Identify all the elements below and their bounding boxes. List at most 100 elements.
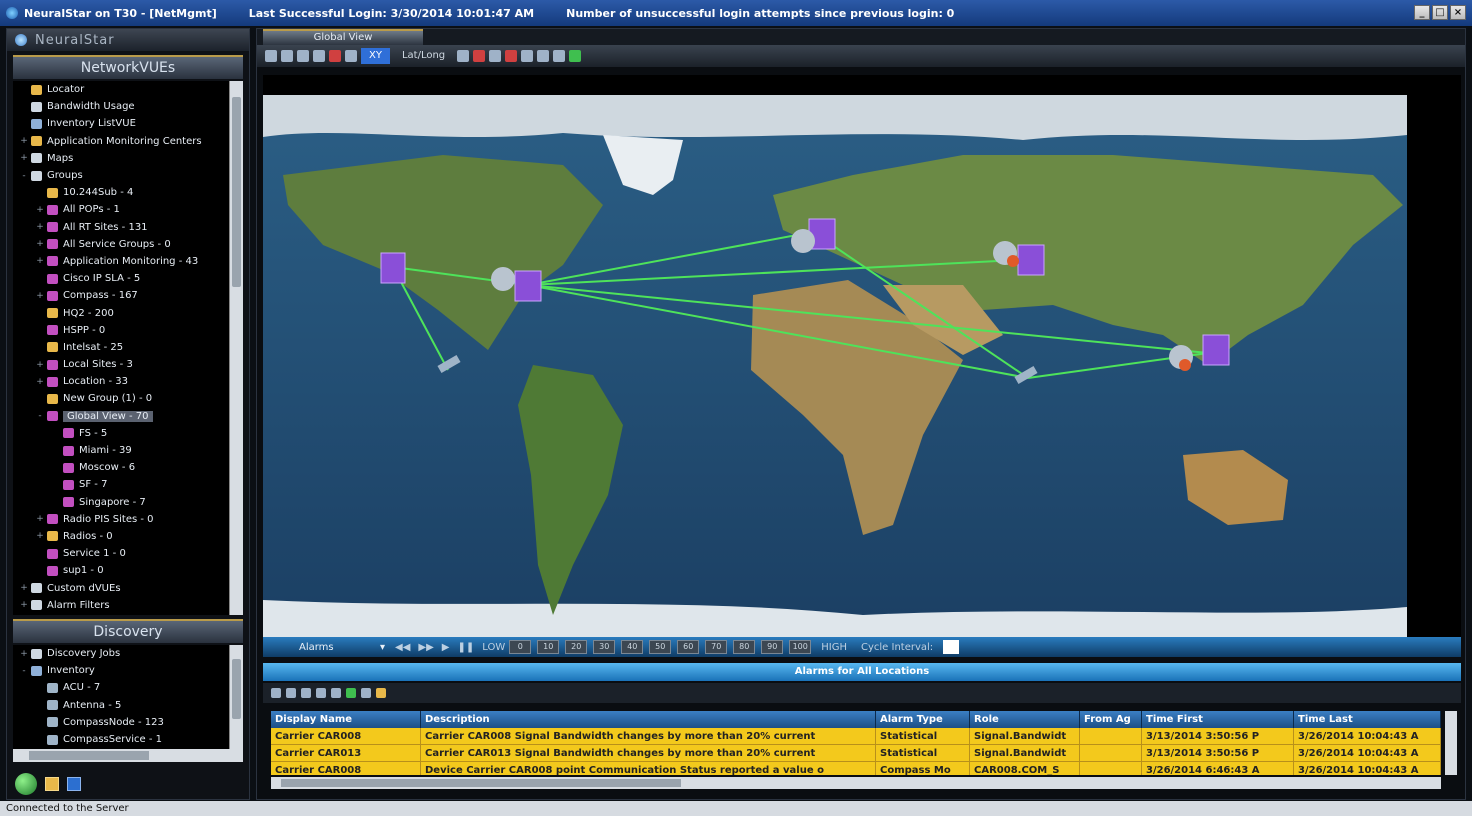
column-header[interactable]: Display Name	[271, 711, 421, 728]
tree-item[interactable]: Inventory ListVUE	[13, 115, 243, 132]
expander-icon[interactable]: +	[35, 531, 45, 541]
tree-item[interactable]: Antenna - 5	[13, 697, 243, 714]
tree-item[interactable]: HSPP - 0	[13, 322, 243, 339]
column-header[interactable]: Alarm Type	[876, 711, 970, 728]
alarm-level-button[interactable]: 100	[789, 640, 812, 654]
tree-item[interactable]: + Application Monitoring - 43	[13, 253, 243, 270]
alarm-level-button[interactable]: 0	[509, 640, 532, 654]
tree-item[interactable]: + Radio PIS Sites - 0	[13, 511, 243, 528]
site-sf[interactable]	[380, 252, 406, 284]
latlong-button[interactable]: Lat/Long	[394, 48, 453, 64]
tree-item[interactable]: - Inventory	[13, 662, 243, 679]
expander-icon[interactable]: +	[35, 360, 45, 370]
expander-icon[interactable]: +	[19, 136, 29, 146]
tree-item[interactable]: - Groups	[13, 167, 243, 184]
zoom-out-icon[interactable]	[297, 50, 309, 62]
tree-item[interactable]: HQ2 - 200	[13, 304, 243, 321]
alarm-level-button[interactable]: 60	[677, 640, 700, 654]
page-icon[interactable]	[521, 50, 534, 62]
tree-item[interactable]: + Maps	[13, 150, 243, 167]
tree-item[interactable]: + Local Sites - 3	[13, 356, 243, 373]
discovery-header[interactable]: Discovery	[13, 619, 243, 643]
tree-item[interactable]: Moscow - 6	[13, 459, 243, 476]
table-row[interactable]: Carrier CAR008 Carrier CAR008 Signal Band…	[271, 728, 1441, 745]
tree-item[interactable]: Service 1 - 0	[13, 545, 243, 562]
tree-item[interactable]: New Group (1) - 0	[13, 390, 243, 407]
zoom-in-icon[interactable]	[281, 50, 293, 62]
expander-icon[interactable]: -	[35, 411, 45, 421]
alarm-columns-icon[interactable]	[361, 688, 371, 698]
tree-item[interactable]: CompassService - 1	[13, 731, 243, 748]
networkvues-scrollbar[interactable]	[229, 81, 243, 615]
alarm-table-hscrollbar[interactable]	[271, 777, 1441, 789]
expander-icon[interactable]: +	[19, 583, 29, 593]
expander-icon[interactable]: -	[19, 666, 29, 676]
tree-item[interactable]: + Custom dVUEs	[13, 579, 243, 596]
tree-item[interactable]: Bandwidth Usage	[13, 98, 243, 115]
alarm-level-button[interactable]: 50	[649, 640, 672, 654]
grid-icon[interactable]	[489, 50, 502, 62]
tree-item[interactable]: - Global View - 70	[13, 408, 243, 425]
tree-item[interactable]: SF - 7	[13, 476, 243, 493]
alarm-print-icon[interactable]	[331, 688, 341, 698]
arrow-icon[interactable]	[457, 50, 470, 62]
tree-item[interactable]: + Compass - 167	[13, 287, 243, 304]
expander-icon[interactable]: +	[35, 205, 45, 215]
alarm-filter-icon[interactable]	[271, 688, 281, 698]
draw-line-icon[interactable]	[473, 50, 486, 62]
alarm-level-button[interactable]: 80	[733, 640, 756, 654]
expander-icon[interactable]: -	[19, 171, 29, 181]
column-header[interactable]: Time First	[1142, 711, 1294, 728]
xy-button[interactable]: XY	[361, 48, 390, 64]
expander-icon[interactable]: +	[35, 222, 45, 232]
rewind-icon[interactable]: ◀◀	[395, 642, 410, 653]
discovery-scrollbar[interactable]	[229, 645, 243, 749]
stop-icon[interactable]	[329, 50, 341, 62]
tree-item[interactable]: Miami - 39	[13, 442, 243, 459]
tree-item[interactable]: + Location - 33	[13, 373, 243, 390]
redo-icon[interactable]	[553, 50, 566, 62]
pan-icon[interactable]	[313, 50, 325, 62]
expander-icon[interactable]: +	[19, 649, 29, 659]
tree-item[interactable]: Singapore - 7	[13, 494, 243, 511]
alarm-level-button[interactable]: 40	[621, 640, 644, 654]
tree-item[interactable]: FS - 5	[13, 425, 243, 442]
refresh-icon[interactable]	[345, 50, 357, 62]
map-view[interactable]	[263, 75, 1461, 637]
forward-icon[interactable]: ▶▶	[418, 642, 433, 653]
column-header[interactable]: From Ag	[1080, 711, 1142, 728]
column-header[interactable]: Time Last	[1294, 711, 1441, 728]
tree-item[interactable]: + All Service Groups - 0	[13, 236, 243, 253]
record-icon[interactable]	[505, 50, 518, 62]
discovery-hscrollbar[interactable]	[13, 749, 243, 762]
expander-icon[interactable]: +	[19, 600, 29, 610]
expander-icon[interactable]: +	[35, 291, 45, 301]
alarms-select[interactable]: Alarms ▾	[299, 642, 391, 653]
expander-icon[interactable]: +	[35, 239, 45, 249]
column-header[interactable]: Description	[421, 711, 876, 728]
export-icon[interactable]	[569, 50, 582, 62]
alarm-level-button[interactable]: 30	[593, 640, 616, 654]
table-row[interactable]: Carrier CAR008 Device Carrier CAR008 poin…	[271, 762, 1441, 775]
globe-icon[interactable]	[15, 773, 37, 795]
tree-item[interactable]: + Discovery Jobs	[13, 645, 243, 662]
tree-item[interactable]: Cisco IP SLA - 5	[13, 270, 243, 287]
folder-icon[interactable]	[45, 777, 59, 791]
tree-item[interactable]: + All POPs - 1	[13, 201, 243, 218]
alarm-level-button[interactable]: 10	[537, 640, 560, 654]
alarm-export-icon[interactable]	[346, 688, 356, 698]
minimize-icon[interactable]: _	[1414, 5, 1430, 20]
expander-icon[interactable]: +	[35, 377, 45, 387]
tree-item[interactable]: Intelsat - 25	[13, 339, 243, 356]
alarm-level-button[interactable]: 90	[761, 640, 784, 654]
select-icon[interactable]	[265, 50, 277, 62]
world-map[interactable]	[263, 95, 1407, 637]
tree-item[interactable]: Locator	[13, 81, 243, 98]
tree-item[interactable]: + All RT Sites - 131	[13, 219, 243, 236]
window-icon[interactable]	[67, 777, 81, 791]
tree-item[interactable]: + Application Monitoring Centers	[13, 133, 243, 150]
tree-item[interactable]: sup1 - 0	[13, 562, 243, 579]
alarm-ack-icon[interactable]	[286, 688, 296, 698]
tree-item[interactable]: + Radios - 0	[13, 528, 243, 545]
expander-icon[interactable]: +	[35, 256, 45, 266]
